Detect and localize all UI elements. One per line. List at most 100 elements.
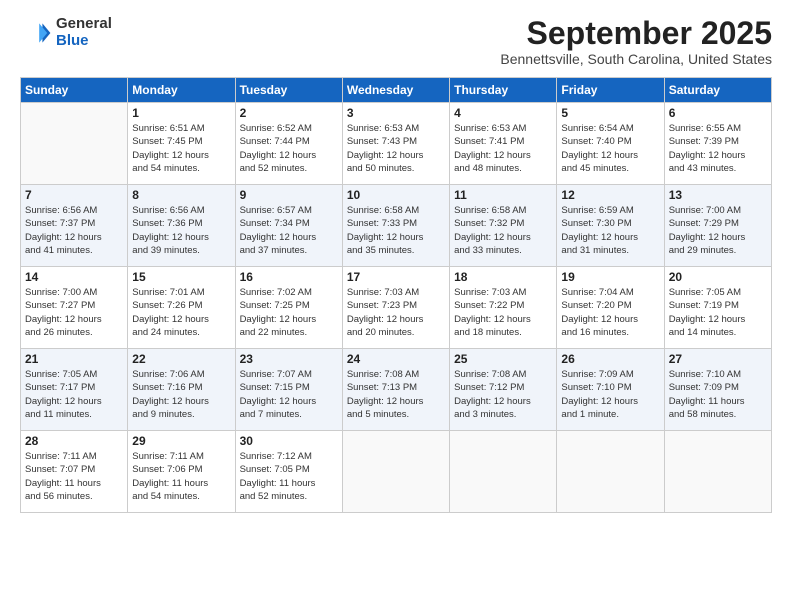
- day-info: Sunrise: 7:03 AM Sunset: 7:22 PM Dayligh…: [454, 286, 552, 339]
- day-info: Sunrise: 7:00 AM Sunset: 7:27 PM Dayligh…: [25, 286, 123, 339]
- day-number: 14: [25, 270, 123, 284]
- day-info: Sunrise: 7:08 AM Sunset: 7:12 PM Dayligh…: [454, 368, 552, 421]
- calendar-week-row: 1 Sunrise: 6:51 AM Sunset: 7:45 PM Daylig…: [21, 103, 772, 185]
- table-row: 25 Sunrise: 7:08 AM Sunset: 7:12 PM Dayli…: [450, 349, 557, 431]
- day-info: Sunrise: 6:59 AM Sunset: 7:30 PM Dayligh…: [561, 204, 659, 257]
- day-number: 3: [347, 106, 445, 120]
- day-info: Sunrise: 7:11 AM Sunset: 7:06 PM Dayligh…: [132, 450, 230, 503]
- col-saturday: Saturday: [664, 78, 771, 103]
- table-row: 30Sunrise: 7:12 AM Sunset: 7:05 PM Dayli…: [235, 431, 342, 513]
- day-number: 20: [669, 270, 767, 284]
- table-row: 1 Sunrise: 6:51 AM Sunset: 7:45 PM Daylig…: [128, 103, 235, 185]
- day-info: Sunrise: 7:05 AM Sunset: 7:17 PM Dayligh…: [25, 368, 123, 421]
- day-info: Sunrise: 6:56 AM Sunset: 7:36 PM Dayligh…: [132, 204, 230, 257]
- table-row: 29Sunrise: 7:11 AM Sunset: 7:06 PM Dayli…: [128, 431, 235, 513]
- day-info: Sunrise: 7:07 AM Sunset: 7:15 PM Dayligh…: [240, 368, 338, 421]
- table-row: 26 Sunrise: 7:09 AM Sunset: 7:10 PM Dayli…: [557, 349, 664, 431]
- table-row: 8 Sunrise: 6:56 AM Sunset: 7:36 PM Daylig…: [128, 185, 235, 267]
- day-number: 23: [240, 352, 338, 366]
- day-info: Sunrise: 7:03 AM Sunset: 7:23 PM Dayligh…: [347, 286, 445, 339]
- table-row: 11 Sunrise: 6:58 AM Sunset: 7:32 PM Dayli…: [450, 185, 557, 267]
- day-info: Sunrise: 7:11 AM Sunset: 7:07 PM Dayligh…: [25, 450, 123, 503]
- day-info: Sunrise: 6:53 AM Sunset: 7:41 PM Dayligh…: [454, 122, 552, 175]
- calendar-week-row: 28 Sunrise: 7:11 AM Sunset: 7:07 PM Dayli…: [21, 431, 772, 513]
- day-info: Sunrise: 6:51 AM Sunset: 7:45 PM Dayligh…: [132, 122, 230, 175]
- table-row: [342, 431, 449, 513]
- day-number: 19: [561, 270, 659, 284]
- table-row: 7 Sunrise: 6:56 AM Sunset: 7:37 PM Daylig…: [21, 185, 128, 267]
- col-thursday: Thursday: [450, 78, 557, 103]
- table-row: 5 Sunrise: 6:54 AM Sunset: 7:40 PM Daylig…: [557, 103, 664, 185]
- day-number: 9: [240, 188, 338, 202]
- day-info: Sunrise: 6:56 AM Sunset: 7:37 PM Dayligh…: [25, 204, 123, 257]
- col-tuesday: Tuesday: [235, 78, 342, 103]
- col-friday: Friday: [557, 78, 664, 103]
- table-row: 14 Sunrise: 7:00 AM Sunset: 7:27 PM Dayli…: [21, 267, 128, 349]
- day-info: Sunrise: 6:55 AM Sunset: 7:39 PM Dayligh…: [669, 122, 767, 175]
- day-number: 2: [240, 106, 338, 120]
- calendar-week-row: 21 Sunrise: 7:05 AM Sunset: 7:17 PM Dayli…: [21, 349, 772, 431]
- table-row: 18 Sunrise: 7:03 AM Sunset: 7:22 PM Dayli…: [450, 267, 557, 349]
- table-row: 12 Sunrise: 6:59 AM Sunset: 7:30 PM Dayli…: [557, 185, 664, 267]
- table-row: 10Sunrise: 6:58 AM Sunset: 7:33 PM Dayli…: [342, 185, 449, 267]
- table-row: 4 Sunrise: 6:53 AM Sunset: 7:41 PM Daylig…: [450, 103, 557, 185]
- table-row: 3Sunrise: 6:53 AM Sunset: 7:43 PM Daylig…: [342, 103, 449, 185]
- day-info: Sunrise: 7:09 AM Sunset: 7:10 PM Dayligh…: [561, 368, 659, 421]
- day-info: Sunrise: 7:08 AM Sunset: 7:13 PM Dayligh…: [347, 368, 445, 421]
- day-number: 1: [132, 106, 230, 120]
- calendar-week-row: 14 Sunrise: 7:00 AM Sunset: 7:27 PM Dayli…: [21, 267, 772, 349]
- day-number: 26: [561, 352, 659, 366]
- calendar-week-row: 7 Sunrise: 6:56 AM Sunset: 7:37 PM Daylig…: [21, 185, 772, 267]
- day-number: 21: [25, 352, 123, 366]
- col-sunday: Sunday: [21, 78, 128, 103]
- day-info: Sunrise: 7:06 AM Sunset: 7:16 PM Dayligh…: [132, 368, 230, 421]
- logo: General Blue: [20, 16, 112, 49]
- month-year-title: September 2025: [500, 16, 772, 51]
- table-row: 27Sunrise: 7:10 AM Sunset: 7:09 PM Dayli…: [664, 349, 771, 431]
- table-row: 9 Sunrise: 6:57 AM Sunset: 7:34 PM Daylig…: [235, 185, 342, 267]
- day-info: Sunrise: 6:58 AM Sunset: 7:32 PM Dayligh…: [454, 204, 552, 257]
- table-row: 15Sunrise: 7:01 AM Sunset: 7:26 PM Dayli…: [128, 267, 235, 349]
- table-row: 23 Sunrise: 7:07 AM Sunset: 7:15 PM Dayli…: [235, 349, 342, 431]
- day-number: 11: [454, 188, 552, 202]
- day-info: Sunrise: 7:02 AM Sunset: 7:25 PM Dayligh…: [240, 286, 338, 339]
- day-number: 25: [454, 352, 552, 366]
- table-row: [664, 431, 771, 513]
- day-number: 4: [454, 106, 552, 120]
- table-row: 21 Sunrise: 7:05 AM Sunset: 7:17 PM Dayli…: [21, 349, 128, 431]
- day-info: Sunrise: 7:00 AM Sunset: 7:29 PM Dayligh…: [669, 204, 767, 257]
- day-info: Sunrise: 7:04 AM Sunset: 7:20 PM Dayligh…: [561, 286, 659, 339]
- location-text: Bennettsville, South Carolina, United St…: [500, 51, 772, 67]
- title-block: September 2025 Bennettsville, South Caro…: [500, 16, 772, 67]
- table-row: 24 Sunrise: 7:08 AM Sunset: 7:13 PM Dayli…: [342, 349, 449, 431]
- table-row: [21, 103, 128, 185]
- day-number: 7: [25, 188, 123, 202]
- day-number: 17: [347, 270, 445, 284]
- table-row: 17 Sunrise: 7:03 AM Sunset: 7:23 PM Dayli…: [342, 267, 449, 349]
- col-monday: Monday: [128, 78, 235, 103]
- day-number: 22: [132, 352, 230, 366]
- table-row: 13Sunrise: 7:00 AM Sunset: 7:29 PM Dayli…: [664, 185, 771, 267]
- day-number: 18: [454, 270, 552, 284]
- day-info: Sunrise: 7:01 AM Sunset: 7:26 PM Dayligh…: [132, 286, 230, 339]
- day-number: 5: [561, 106, 659, 120]
- table-row: 20 Sunrise: 7:05 AM Sunset: 7:19 PM Dayli…: [664, 267, 771, 349]
- day-number: 12: [561, 188, 659, 202]
- day-number: 8: [132, 188, 230, 202]
- table-row: 2Sunrise: 6:52 AM Sunset: 7:44 PM Daylig…: [235, 103, 342, 185]
- day-number: 30: [240, 434, 338, 448]
- table-row: 16Sunrise: 7:02 AM Sunset: 7:25 PM Dayli…: [235, 267, 342, 349]
- table-row: 19 Sunrise: 7:04 AM Sunset: 7:20 PM Dayli…: [557, 267, 664, 349]
- day-number: 10: [347, 188, 445, 202]
- col-wednesday: Wednesday: [342, 78, 449, 103]
- day-number: 6: [669, 106, 767, 120]
- day-info: Sunrise: 6:57 AM Sunset: 7:34 PM Dayligh…: [240, 204, 338, 257]
- day-number: 27: [669, 352, 767, 366]
- day-info: Sunrise: 7:05 AM Sunset: 7:19 PM Dayligh…: [669, 286, 767, 339]
- table-row: [557, 431, 664, 513]
- logo-general-text: General: [56, 16, 112, 33]
- calendar-table: Sunday Monday Tuesday Wednesday Thursday…: [20, 77, 772, 513]
- day-info: Sunrise: 6:54 AM Sunset: 7:40 PM Dayligh…: [561, 122, 659, 175]
- day-number: 24: [347, 352, 445, 366]
- day-number: 28: [25, 434, 123, 448]
